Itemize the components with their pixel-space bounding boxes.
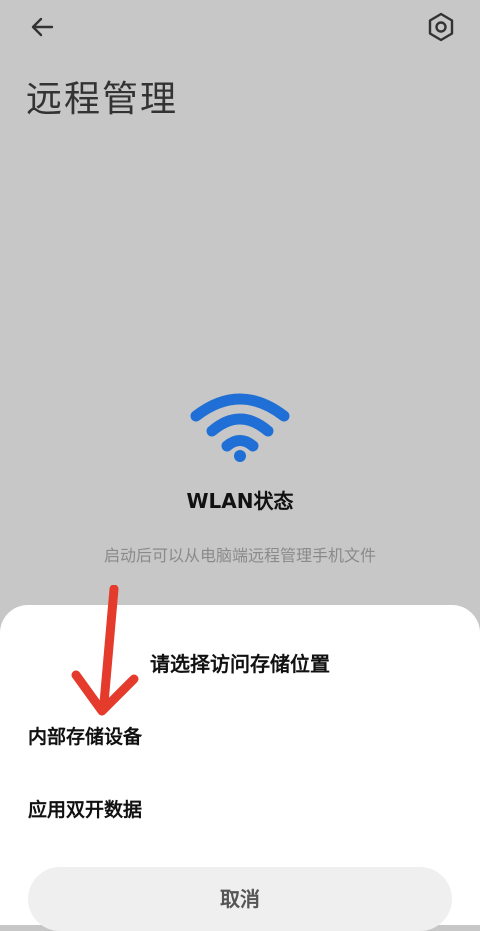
annotation-arrow-icon	[71, 585, 139, 716]
wlan-hint-text: 启动后可以从电脑端远程管理手机文件	[103, 546, 376, 565]
page-title: 远程管理	[26, 79, 179, 120]
top-bar	[0, 0, 480, 52]
wifi-icon	[190, 393, 290, 462]
wlan-status-label: WLAN状态	[186, 489, 294, 513]
settings-icon[interactable]	[424, 10, 458, 44]
back-arrow-icon[interactable]	[26, 10, 60, 44]
cancel-button[interactable]: 取消	[28, 867, 452, 931]
option-dual-app-data[interactable]: 应用双开数据	[28, 788, 448, 832]
